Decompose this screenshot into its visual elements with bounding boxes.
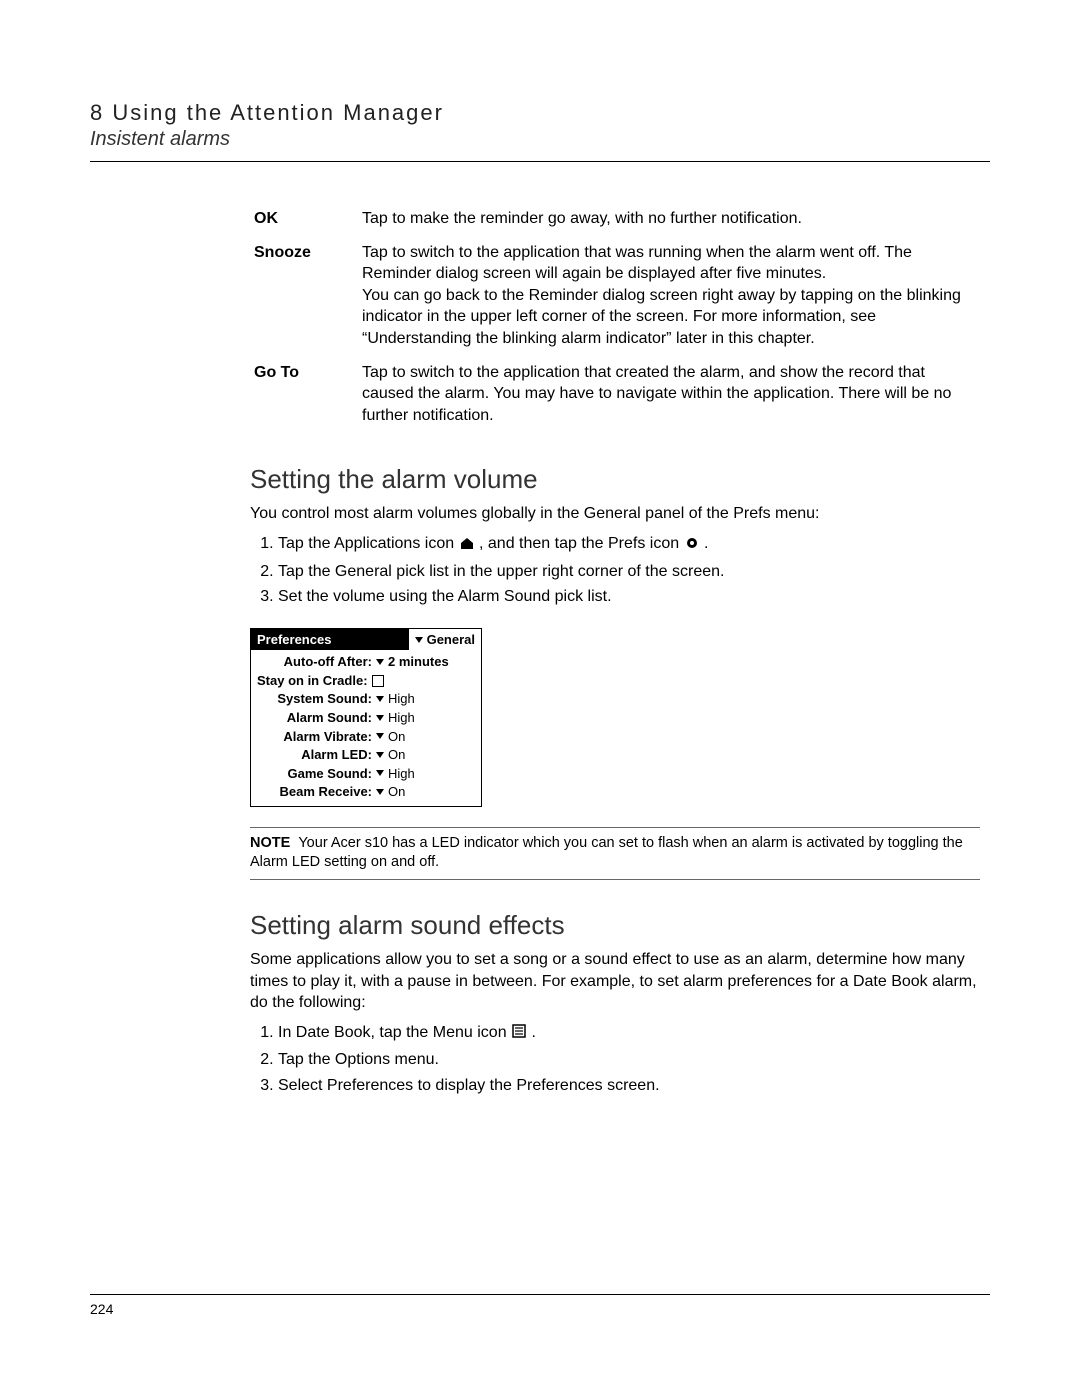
pref-value[interactable]: 2 minutes (388, 653, 449, 671)
definition-term: OK (250, 202, 358, 236)
pref-value[interactable]: On (388, 728, 405, 746)
header-rule (90, 161, 990, 162)
preferences-body: Auto-off After: 2 minutes Stay on in Cra… (251, 650, 481, 805)
step-item: Tap the General pick list in the upper r… (278, 561, 980, 583)
pref-label: Stay on in Cradle: (257, 672, 372, 690)
menu-icon (511, 1023, 527, 1046)
checkbox-icon[interactable] (372, 675, 384, 687)
pref-label: Beam Receive: (257, 783, 376, 801)
step-text: In Date Book, tap the Menu icon (278, 1024, 511, 1041)
applications-icon (459, 535, 475, 557)
section-intro: You control most alarm volumes globally … (250, 503, 980, 525)
page-number: 224 (90, 1301, 990, 1317)
definition-row: Snooze Tap to switch to the application … (250, 236, 980, 356)
steps-list: Tap the Applications icon , and then tap… (250, 533, 980, 608)
steps-list: In Date Book, tap the Menu icon . Tap th… (250, 1022, 980, 1097)
preferences-row: Alarm LED: On (257, 746, 475, 764)
pref-label: Alarm Vibrate: (257, 728, 376, 746)
preferences-row: Stay on in Cradle: (257, 672, 475, 690)
step-text: . (531, 1024, 535, 1041)
definition-row: OK Tap to make the reminder go away, wit… (250, 202, 980, 236)
preferences-title: Preferences (251, 629, 337, 651)
definition-term: Go To (250, 356, 358, 433)
pref-value[interactable]: High (388, 690, 415, 708)
pref-value[interactable]: On (388, 746, 405, 764)
dropdown-icon (376, 696, 384, 702)
section-intro: Some applications allow you to set a son… (250, 949, 980, 1014)
dropdown-value: General (427, 632, 475, 647)
definition-desc: Tap to make the reminder go away, with n… (358, 202, 980, 236)
preferences-row: System Sound: High (257, 690, 475, 708)
chapter-subtitle: Insistent alarms (90, 128, 990, 151)
preferences-row: Game Sound: High (257, 765, 475, 783)
step-item: In Date Book, tap the Menu icon . (278, 1022, 980, 1046)
step-item: Set the volume using the Alarm Sound pic… (278, 586, 980, 608)
pref-label: System Sound: (257, 690, 376, 708)
preferences-row: Auto-off After: 2 minutes (257, 653, 475, 671)
step-item: Tap the Options menu. (278, 1049, 980, 1071)
footer-rule (90, 1294, 990, 1295)
preferences-header: Preferences General (251, 629, 481, 651)
preferences-row: Beam Receive: On (257, 783, 475, 801)
step-text: , and then tap the Prefs icon (479, 535, 684, 552)
dropdown-icon (376, 733, 384, 739)
preferences-row: Alarm Vibrate: On (257, 728, 475, 746)
definition-row: Go To Tap to switch to the application t… (250, 356, 980, 433)
dropdown-icon (376, 752, 384, 758)
definition-term: Snooze (250, 236, 358, 356)
pref-label: Auto-off After: (257, 653, 376, 671)
step-item: Tap the Applications icon , and then tap… (278, 533, 980, 557)
note-text: Your Acer s10 has a LED indicator which … (250, 835, 963, 871)
definition-desc: Tap to switch to the application that cr… (358, 356, 980, 433)
dropdown-icon (376, 789, 384, 795)
step-text: . (704, 535, 708, 552)
page-content: OK Tap to make the reminder go away, wit… (250, 202, 980, 1097)
note-block: NOTE Your Acer s10 has a LED indicator w… (250, 827, 980, 880)
prefs-icon (684, 535, 700, 557)
page-footer: 224 (90, 1294, 990, 1317)
chapter-title: 8 Using the Attention Manager (90, 100, 990, 126)
step-text: Tap the Applications icon (278, 535, 459, 552)
document-page: 8 Using the Attention Manager Insistent … (0, 0, 1080, 1397)
definition-list: OK Tap to make the reminder go away, wit… (250, 202, 980, 432)
pref-value[interactable]: High (388, 709, 415, 727)
preferences-panel: Preferences General Auto-off After: 2 mi… (250, 628, 482, 807)
pref-label: Alarm LED: (257, 746, 376, 764)
definition-desc: Tap to switch to the application that wa… (358, 236, 980, 356)
pref-value[interactable]: On (388, 783, 405, 801)
dropdown-icon (376, 659, 384, 665)
pref-label: Alarm Sound: (257, 709, 376, 727)
pref-label: Game Sound: (257, 765, 376, 783)
note-label: NOTE (250, 835, 290, 851)
pref-value[interactable]: High (388, 765, 415, 783)
dropdown-icon (415, 637, 423, 643)
dropdown-icon (376, 715, 384, 721)
page-header: 8 Using the Attention Manager Insistent … (90, 100, 990, 151)
section-heading: Setting the alarm volume (250, 462, 980, 497)
preferences-row: Alarm Sound: High (257, 709, 475, 727)
step-item: Select Preferences to display the Prefer… (278, 1075, 980, 1097)
preferences-category-dropdown[interactable]: General (409, 629, 481, 651)
section-heading: Setting alarm sound effects (250, 908, 980, 943)
dropdown-icon (376, 770, 384, 776)
